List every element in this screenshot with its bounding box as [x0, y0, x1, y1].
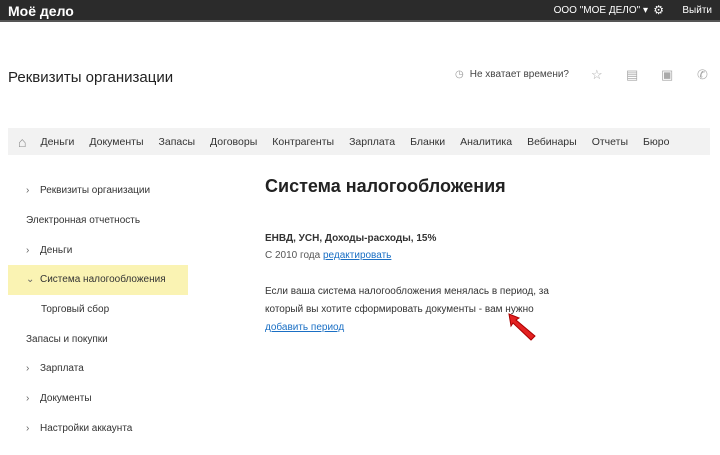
logout-button[interactable]: Выйти [682, 5, 712, 16]
sidebar-item[interactable]: › Настройки аккаунта [8, 414, 188, 444]
nav-item[interactable]: Бланки [410, 136, 445, 148]
sidebar-label: Система налогообложения [40, 274, 166, 286]
sidebar-label: Зарплата [40, 363, 84, 375]
gear-icon[interactable]: ⚙ [653, 3, 664, 17]
since-line: С 2010 года редактировать [265, 250, 391, 261]
chevron-down-icon: ⌄ [26, 274, 35, 286]
nav-item[interactable]: Документы [89, 136, 143, 148]
home-icon[interactable]: ⌂ [18, 134, 26, 150]
help-label: Не хватает времени? [469, 69, 569, 80]
chevron-right-icon: › [26, 363, 30, 375]
chevron-right-icon: › [26, 422, 30, 434]
tax-system: ЕНВД, УСН, Доходы-расходы, 15% [265, 233, 437, 244]
star-icon[interactable]: ☆ [591, 67, 603, 83]
chat-icon[interactable]: ▤ [626, 67, 638, 83]
chevron-right-icon: › [26, 185, 30, 197]
card-icon[interactable]: ▣ [661, 67, 673, 83]
main-nav: ⌂ Деньги Документы Запасы Договоры Контр… [8, 128, 710, 155]
nav-item[interactable]: Аналитика [460, 136, 512, 148]
clock-icon: ◷ [455, 69, 464, 80]
nav-item[interactable]: Деньги [40, 136, 74, 148]
sidebar-label: Торговый сбор [41, 304, 110, 316]
sidebar-item-active[interactable]: ⌄ Система налогообложения [8, 265, 188, 295]
sidebar: › Реквизиты организации Электронная отчет… [8, 176, 188, 443]
caret-down-icon: ▾ [642, 5, 648, 16]
edit-link[interactable]: редактировать [323, 250, 391, 261]
nav-item[interactable]: Бюро [643, 136, 669, 148]
page-title: Реквизиты организации [8, 69, 174, 86]
help-link[interactable]: ◷ Не хватает времени? [455, 69, 569, 80]
phone-icon[interactable]: ✆ [697, 67, 708, 83]
since-text: С 2010 года [265, 250, 321, 261]
sidebar-label: Деньги [40, 244, 73, 256]
logo[interactable]: Моё дело [8, 3, 74, 19]
org-selector[interactable]: ООО "МОЕ ДЕЛО" ▾ [554, 5, 648, 16]
section-heading: Система налогообложения [265, 176, 506, 196]
sidebar-item[interactable]: › Деньги [8, 235, 188, 265]
sidebar-item[interactable]: › Реквизиты организации [8, 176, 188, 206]
nav-item[interactable]: Отчеты [592, 136, 628, 148]
sidebar-item[interactable]: Запасы и покупки [8, 324, 188, 354]
org-name: ООО "МОЕ ДЕЛО" [553, 5, 641, 16]
sidebar-item[interactable]: › Документы [8, 384, 188, 414]
sidebar-item[interactable]: Электронная отчетность [8, 206, 188, 236]
red-arrow-icon [508, 313, 536, 341]
sidebar-label: Электронная отчетность [26, 215, 141, 227]
sidebar-label: Запасы и покупки [26, 333, 108, 345]
add-period-link[interactable]: добавить период [265, 322, 344, 333]
nav-item[interactable]: Зарплата [349, 136, 395, 148]
nav-item[interactable]: Контрагенты [272, 136, 334, 148]
chevron-right-icon: › [26, 244, 30, 256]
top-bar: Моё дело ООО "МОЕ ДЕЛО" ▾ ⚙ Выйти [0, 0, 720, 22]
nav-item[interactable]: Запасы [159, 136, 196, 148]
nav-item[interactable]: Вебинары [527, 136, 577, 148]
nav-item[interactable]: Договоры [210, 136, 257, 148]
sidebar-label: Реквизиты организации [40, 185, 151, 197]
sidebar-label: Документы [40, 393, 92, 405]
sidebar-item[interactable]: Торговый сбор [8, 295, 188, 325]
sidebar-label: Настройки аккаунта [40, 422, 133, 434]
sidebar-item[interactable]: › Зарплата [8, 354, 188, 384]
chevron-right-icon: › [26, 393, 30, 405]
